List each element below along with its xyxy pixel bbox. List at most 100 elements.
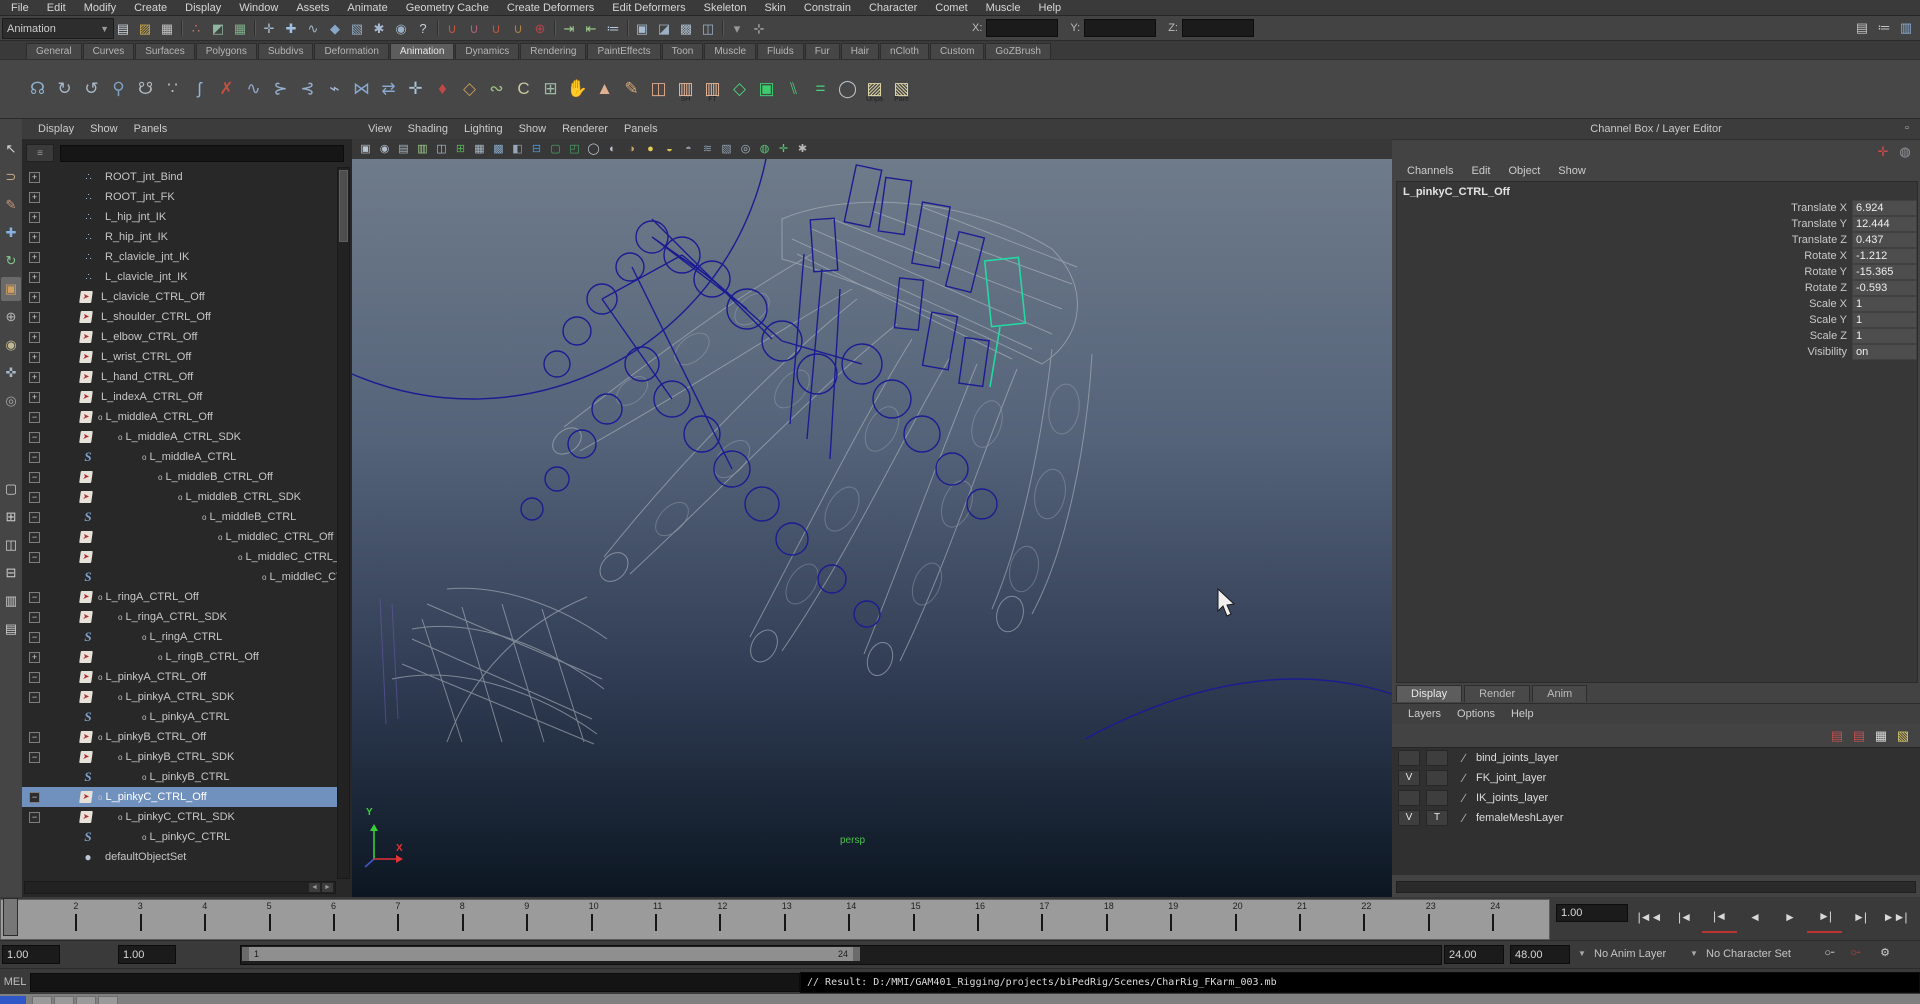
- menu-item[interactable]: Edit: [38, 2, 75, 14]
- menu-item[interactable]: Create Deformers: [498, 2, 603, 14]
- menu-item[interactable]: Assets: [287, 2, 338, 14]
- outliner-row[interactable]: S oL_pinkyB_CTRL: [22, 767, 338, 787]
- expand-toggle-icon[interactable]: −: [29, 672, 40, 683]
- save-scene-icon[interactable]: ▦: [156, 18, 178, 39]
- expand-toggle-icon[interactable]: +: [29, 192, 40, 203]
- expand-toggle-icon[interactable]: −: [29, 692, 40, 703]
- rotate-tool[interactable]: ↻: [1, 249, 21, 273]
- shelf-sh-button[interactable]: ▥SH: [672, 74, 699, 104]
- channel-value-field[interactable]: -1.212: [1852, 248, 1917, 264]
- layer-color-swatch[interactable]: ∕: [1456, 791, 1472, 805]
- field-chart-icon[interactable]: ⊟: [527, 141, 546, 158]
- shelf-playblast-icon[interactable]: ↺: [78, 74, 105, 104]
- status-icon[interactable]: [719, 19, 726, 37]
- select-mask-rendering-icon[interactable]: ◉: [390, 18, 412, 39]
- expand-toggle-icon[interactable]: −: [29, 812, 40, 823]
- layer-name[interactable]: femaleMeshLayer: [1476, 812, 1563, 824]
- menu-item[interactable]: Constrain: [795, 2, 860, 14]
- status-icon[interactable]: [251, 19, 258, 37]
- shelf-ik-spline-icon[interactable]: ∿: [240, 74, 267, 104]
- channel-name[interactable]: Translate Z: [1397, 234, 1852, 246]
- status-icon[interactable]: [434, 19, 441, 37]
- status-icon[interactable]: [624, 19, 631, 37]
- IK_joints_layer[interactable]: ∕ IK_joints_layer: [1392, 788, 1920, 808]
- outliner-row[interactable]: + ➤ L_clavicle_CTRL_Off: [22, 287, 338, 307]
- outliner-menu-item[interactable]: Show: [82, 123, 126, 135]
- Translate Y[interactable]: Translate Y 12.444: [1397, 216, 1917, 232]
- command-input[interactable]: [30, 973, 800, 992]
- menu-item[interactable]: Help: [1030, 2, 1071, 14]
- shelf-paint-weights-icon[interactable]: ✎: [618, 74, 645, 104]
- status-icon[interactable]: [551, 19, 558, 37]
- wireframe-mode-icon[interactable]: ◯: [584, 141, 603, 158]
- shelf-unparent-button[interactable]: ▨Unpa: [861, 74, 888, 104]
- x-input[interactable]: [986, 19, 1058, 37]
- select-by-object-icon[interactable]: ◩: [207, 18, 229, 39]
- outliner-row[interactable]: + ∴ R_hip_jnt_IK: [22, 227, 338, 247]
- outliner-row[interactable]: − ➤ oL_ringA_CTRL_SDK: [22, 607, 338, 627]
- hypergraph-persp-layout-button[interactable]: ▤: [1, 617, 21, 641]
- shelf-crowd-icon[interactable]: ∵: [159, 74, 186, 104]
- expand-toggle-icon[interactable]: −: [29, 452, 40, 463]
- layer-visibility-toggle[interactable]: V: [1398, 810, 1420, 826]
- Scale Z[interactable]: Scale Z 1: [1397, 328, 1917, 344]
- shelf-tab[interactable]: Rendering: [520, 43, 586, 59]
- shelf-circle-control-icon[interactable]: ◯: [834, 74, 861, 104]
- outliner-row[interactable]: + ➤ L_elbow_CTRL_Off: [22, 327, 338, 347]
- shelf-tab[interactable]: PaintEffects: [587, 43, 660, 59]
- outliner-menu-item[interactable]: Display: [30, 123, 82, 135]
- outliner-row[interactable]: + ➤ L_shoulder_CTRL_Off: [22, 307, 338, 327]
- shelf-smooth-skin-icon[interactable]: ✋: [564, 74, 591, 104]
- anim-layer-dropdown-icon[interactable]: ▼: [1574, 947, 1590, 961]
- new-empty-layer-icon[interactable]: ▦: [1870, 725, 1892, 746]
- shelf-joint-tool-icon[interactable]: ʃ: [186, 74, 213, 104]
- shelf-insert-joint-icon[interactable]: ⊱: [267, 74, 294, 104]
- layer-visibility-toggle[interactable]: V: [1398, 770, 1420, 786]
- Rotate Y[interactable]: Rotate Y -15.365: [1397, 264, 1917, 280]
- expand-toggle-icon[interactable]: −: [29, 752, 40, 763]
- outliner-row[interactable]: − S oL_ringA_CTRL: [22, 627, 338, 647]
- channel-value-field[interactable]: on: [1852, 344, 1917, 360]
- expand-toggle-icon[interactable]: +: [29, 372, 40, 383]
- outliner-row[interactable]: − ➤ oL_pinkyA_CTRL_Off: [22, 667, 338, 687]
- expand-toggle-icon[interactable]: −: [29, 612, 40, 623]
- scale-tool[interactable]: ▣: [1, 277, 21, 301]
- outliner-row[interactable]: − ➤ oL_middleB_CTRL_Off: [22, 467, 338, 487]
- resolution-gate-icon[interactable]: ▩: [489, 141, 508, 158]
- Visibility[interactable]: Visibility on: [1397, 344, 1917, 360]
- shelf-remove-joint-icon[interactable]: ⌁: [321, 74, 348, 104]
- shelf-rigid-skin-icon[interactable]: ▲: [591, 74, 618, 104]
- shelf-tab[interactable]: Muscle: [704, 43, 756, 59]
- render-current-frame-icon[interactable]: ▣: [631, 18, 653, 39]
- safe-title-icon[interactable]: ◰: [565, 141, 584, 158]
- make-live-icon[interactable]: ⊕: [529, 18, 551, 39]
- step-back-key-button[interactable]: |◄: [1702, 901, 1737, 933]
- menu-item[interactable]: Skin: [755, 2, 794, 14]
- speed-state-icon[interactable]: ◍: [1894, 141, 1916, 162]
- new-scene-icon[interactable]: ▤: [112, 18, 134, 39]
- menu-item[interactable]: Comet: [926, 2, 976, 14]
- Rotate X[interactable]: Rotate X -1.212: [1397, 248, 1917, 264]
- output-connections-icon[interactable]: ⇤: [580, 18, 602, 39]
- joints-xray-icon[interactable]: ✛: [774, 141, 793, 158]
- set-key-icon[interactable]: ○╴: [1822, 946, 1840, 962]
- shelf-character-icon[interactable]: ☊: [24, 74, 51, 104]
- channel-value-field[interactable]: 6.924: [1852, 200, 1917, 216]
- time-slider-track[interactable]: 123456789101112131415161718192021222324: [0, 899, 1550, 940]
- snap-to-plane-icon[interactable]: ∪: [507, 18, 529, 39]
- expand-toggle-icon[interactable]: −: [29, 732, 40, 743]
- select-mask-deform-icon[interactable]: ▧: [346, 18, 368, 39]
- layer-display-type-toggle[interactable]: [1426, 790, 1448, 806]
- lock-camera-icon[interactable]: ◉: [375, 141, 394, 158]
- panel-dock-icon[interactable]: ▫: [1900, 122, 1914, 136]
- quick-select-arrow-icon[interactable]: ▾: [726, 18, 748, 39]
- select-tool[interactable]: ↖: [1, 137, 21, 161]
- scroll-left-icon[interactable]: ◄: [309, 883, 320, 892]
- channel-value-field[interactable]: 1: [1852, 296, 1917, 312]
- film-gate-icon[interactable]: ▦: [470, 141, 489, 158]
- shelf-cluster-icon[interactable]: C: [510, 74, 537, 104]
- outliner-row[interactable]: ● defaultObjectSet: [22, 847, 338, 867]
- select-by-hierarchy-icon[interactable]: ∴: [185, 18, 207, 39]
- select-mask-surfaces-icon[interactable]: ◆: [324, 18, 346, 39]
- layer-color-swatch[interactable]: ∕: [1456, 811, 1472, 825]
